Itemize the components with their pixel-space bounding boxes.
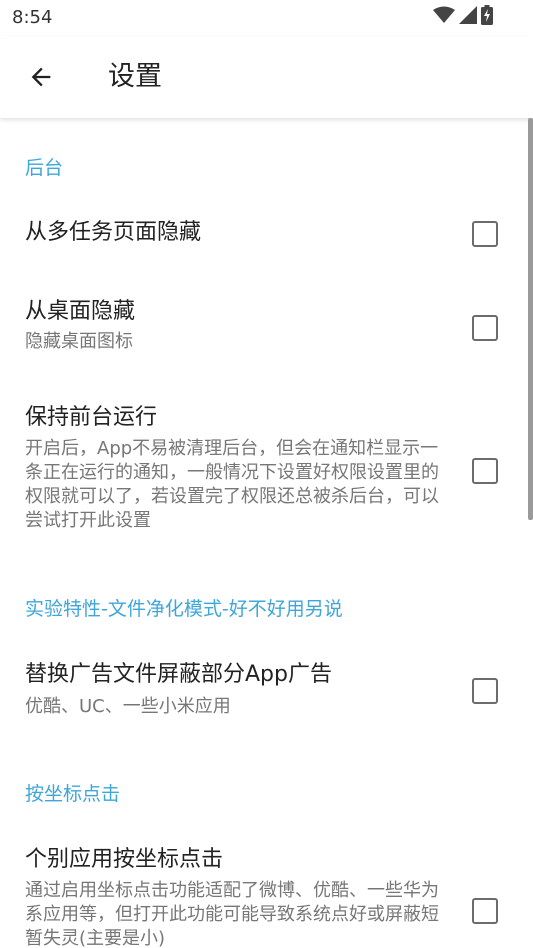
page-title: 设置 — [108, 61, 162, 92]
setting-hide-from-launcher[interactable]: 从桌面隐藏 隐藏桌面图标 — [0, 288, 533, 368]
status-time: 8:54 — [12, 7, 53, 28]
status-icons — [433, 5, 493, 29]
setting-summary: 通过启用坐标点击功能适配了微博、优酷、一些华为系应用等，但打开此功能可能导致系统… — [25, 880, 439, 948]
scrollbar[interactable] — [528, 118, 533, 520]
setting-title: 替换广告文件屏蔽部分App广告 — [25, 662, 332, 687]
hide-from-launcher-checkbox[interactable] — [472, 315, 498, 341]
setting-title: 保持前台运行 — [25, 405, 158, 430]
hide-from-recents-checkbox[interactable] — [472, 221, 498, 247]
section-header-background: 后台 — [25, 157, 64, 179]
battery-charging-icon — [481, 5, 493, 29]
replace-ad-files-checkbox[interactable] — [472, 678, 498, 704]
arrow-left-icon — [31, 67, 51, 87]
setting-coordinate-click[interactable]: 个别应用按坐标点击 通过启用坐标点击功能适配了微博、优酷、一些华为系应用等，但打… — [0, 838, 533, 948]
wifi-icon — [433, 6, 455, 28]
setting-summary: 隐藏桌面图标 — [25, 331, 133, 352]
setting-summary: 开启后，App不易被清理后台，但会在通知栏显示一条正在运行的通知，一般情况下设置… — [25, 438, 439, 531]
section-header-coordinate-click: 按坐标点击 — [25, 783, 121, 805]
setting-title: 从桌面隐藏 — [25, 299, 136, 324]
setting-title: 从多任务页面隐藏 — [25, 220, 202, 245]
settings-list: 后台 从多任务页面隐藏 从桌面隐藏 隐藏桌面图标 保持前台运行 开启后，App不… — [0, 118, 533, 948]
section-header-experimental: 实验特性-文件净化模式-好不好用另说 — [25, 598, 343, 620]
setting-keep-foreground[interactable]: 保持前台运行 开启后，App不易被清理后台，但会在通知栏显示一条正在运行的通知，… — [0, 398, 533, 543]
setting-summary: 优酷、UC、一些小米应用 — [25, 696, 231, 717]
setting-title: 个别应用按坐标点击 — [25, 847, 224, 872]
back-button[interactable] — [20, 56, 62, 98]
cell-signal-icon — [459, 6, 477, 28]
keep-foreground-checkbox[interactable] — [472, 458, 498, 484]
setting-replace-ad-files[interactable]: 替换广告文件屏蔽部分App广告 优酷、UC、一些小米应用 — [0, 650, 533, 730]
app-bar: 设置 — [0, 36, 533, 118]
setting-hide-from-recents[interactable]: 从多任务页面隐藏 — [0, 198, 533, 270]
coordinate-click-checkbox[interactable] — [472, 898, 498, 924]
status-bar: 8:54 — [0, 0, 533, 36]
